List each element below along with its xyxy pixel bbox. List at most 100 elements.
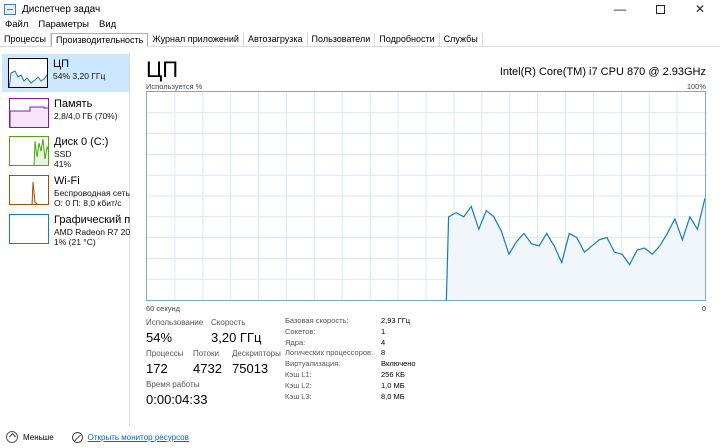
task-manager-window: Диспетчер задач — ✕ Файл Параметры Вид П… [0,0,720,448]
sidebar-gpu-usage: 1% (21 °C) [54,237,96,247]
detail-row: Сокетов: 1 [285,327,445,338]
threads-label: Потоки [193,349,220,358]
detail-row: Кэш L3: 8,0 МБ [285,392,445,403]
detail-value: 4 [381,337,386,347]
sidebar-wifi-throughput: О: 0 П: 8,0 кбит/с [54,198,122,208]
chevron-up-icon[interactable] [6,431,18,443]
tab-users[interactable]: Пользователи [308,33,376,47]
detail-row: Кэш L1: 256 КБ [285,370,445,381]
sidebar-item-cpu[interactable]: ЦП 54% 3,20 ГГц [2,54,129,92]
graph-y-label: Используется % [146,82,203,91]
minimize-button[interactable]: — [600,0,640,18]
sidebar-memory-name: Память [54,98,93,110]
detail-key: Кэш L1: [285,369,312,379]
cpu-model-name: Intel(R) Core(TM) i7 CPU 870 @ 2.93GHz [499,66,706,78]
menu-file[interactable]: Файл [0,18,33,32]
stat-threads: Потоки 4732 [193,349,222,377]
open-resource-monitor-link[interactable]: Открыть монитор ресурсов [88,433,189,442]
tab-details[interactable]: Подробности [375,33,440,47]
fewer-details-button[interactable]: Меньше [23,433,54,442]
wifi-thumbnail-graph [9,175,49,205]
sidebar-disk-type: SSD [54,149,72,159]
handles-label: Дескрипторы [232,349,281,358]
title-bar: Диспетчер задач — ✕ [0,0,720,18]
uptime-label: Время работы [146,380,200,389]
processes-label: Процессы [146,349,184,358]
tab-performance[interactable]: Производительность [51,33,149,47]
sidebar-memory-usage: 2,8/4,0 ГБ (70%) [54,111,118,121]
detail-row: Кэш L2: 1,0 МБ [285,381,445,392]
sidebar-disk-name: Диск 0 (C:) [54,136,109,148]
processes-value: 172 [146,361,168,376]
sidebar-item-memory[interactable]: Память 2,8/4,0 ГБ (70%) [3,94,129,132]
sidebar-gpu-name: Графический процессор [54,214,130,226]
detail-row: Базовая скорость: 2,93 ГГц [285,316,445,327]
detail-value: 8 [381,348,386,358]
sidebar-wifi-name: Wi-Fi [54,175,80,187]
window-title: Диспетчер задач [22,3,101,15]
detail-row: Виртуализация: Включено [285,359,445,370]
sidebar-gpu-model: AMD Radeon R7 200 Series [54,227,130,237]
detail-key: Базовая скорость: [285,316,349,325]
uptime-value: 0:00:04:33 [146,392,208,407]
sidebar-disk-usage: 41% [54,159,72,169]
stat-speed: Скорость 3,20 ГГц [211,318,261,346]
menu-view[interactable]: Вид [94,18,121,32]
stat-processes: Процессы 172 [146,349,183,377]
detail-key: Логических процессоров: [285,348,374,358]
threads-value: 4732 [193,361,222,376]
tab-startup[interactable]: Автозагрузка [244,33,308,47]
graph-max-label: 100% [686,82,706,91]
detail-value: 256 КБ [381,369,405,379]
stat-usage: Использование 54% [146,318,203,346]
footer-bar: Меньше Открыть монитор ресурсов [0,426,720,448]
maximize-button[interactable] [640,0,680,18]
tab-strip: Процессы Производительность Журнал прило… [0,33,720,47]
sidebar-wifi-adapter: Беспроводная сеть 2 [54,188,130,198]
cpu-details: Базовая скорость: 2,93 ГГц Сокетов: 1 Ядра… [285,316,445,402]
tab-app-history[interactable]: Журнал приложений [148,33,244,47]
tab-processes[interactable]: Процессы [0,33,52,47]
detail-value: 1 [381,326,386,336]
usage-value: 54% [146,330,173,345]
menu-bar: Файл Параметры Вид [0,18,121,32]
disk-thumbnail-graph [9,136,49,166]
stat-uptime: Время работы 0:00:04:33 [146,380,207,408]
graph-min-label: 0 [701,304,706,313]
task-manager-icon [4,3,16,15]
graph-time-label: 60 секунд [146,304,180,313]
cpu-usage-graph [146,91,706,301]
stat-handles: Дескрипторы 75013 [232,349,281,377]
cpu-thumbnail-graph [8,58,48,88]
speed-value: 3,20 ГГц [211,330,262,345]
menu-options[interactable]: Параметры [33,18,94,32]
page-title: ЦП [146,57,179,82]
close-button[interactable]: ✕ [680,0,720,18]
speed-label: Скорость [211,318,246,327]
sidebar-item-gpu[interactable]: Графический процессор AMD Radeon R7 200 … [3,210,130,248]
detail-key: Ядра: [285,337,306,347]
memory-thumbnail-graph [9,98,49,128]
maximize-icon [655,4,665,14]
sidebar-cpu-name: ЦП [53,58,70,70]
sidebar-cpu-usage: 54% 3,20 ГГц [53,71,106,81]
usage-label: Использование [146,318,204,327]
tab-services[interactable]: Службы [440,33,483,47]
cpu-usage-chart [147,92,706,301]
detail-value: 2,93 ГГц [381,316,411,325]
resource-sidebar: ЦП 54% 3,20 ГГц Память 2,8/4,0 ГБ (70%) … [0,52,130,426]
sidebar-item-disk[interactable]: Диск 0 (C:) SSD 41% [3,132,129,170]
resource-monitor-icon [71,431,83,443]
detail-row: Логических процессоров: 8 [285,348,445,359]
detail-key: Кэш L2: [285,380,312,390]
sidebar-item-wifi[interactable]: Wi-Fi Беспроводная сеть 2 О: 0 П: 8,0 кб… [3,171,130,209]
detail-value: 8,0 МБ [381,391,405,401]
detail-value: Включено [381,359,416,369]
detail-value: 1,0 МБ [381,380,405,390]
detail-key: Кэш L3: [285,391,312,401]
gpu-thumbnail-graph [9,214,49,244]
handles-value: 75013 [232,361,269,376]
detail-row: Ядра: 4 [285,338,445,349]
detail-key: Виртуализация: [285,359,341,369]
detail-key: Сокетов: [285,326,316,336]
